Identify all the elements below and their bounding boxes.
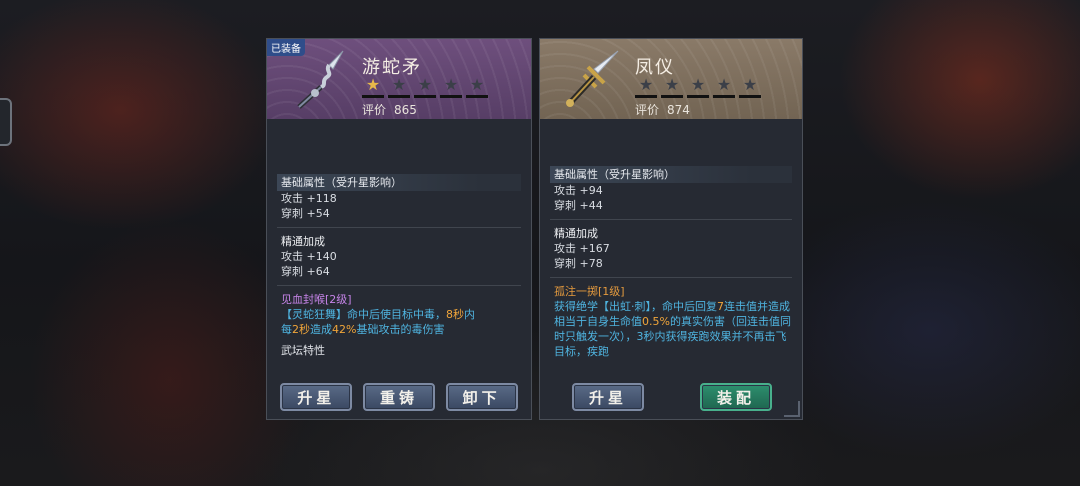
upgrade-star-button[interactable]: 升星 [280, 383, 353, 411]
divider [550, 277, 792, 278]
button-row: 升星 重铸 卸下 [267, 383, 531, 411]
card-header: 已装备 游蛇矛 ★ ★ ★ ★ ★ 评价 865 [267, 39, 531, 119]
feature-title: 武坛特性 [281, 344, 325, 357]
rating-value: 865 [394, 103, 417, 117]
skill-description: 获得绝学【出虹·刺】，命中后回复7连击值并造成相当于自身生命值0.5%的真实伤害… [554, 300, 791, 358]
divider [550, 219, 792, 220]
corner-ornament [784, 401, 800, 417]
mastery-title: 精通加成 [554, 227, 598, 240]
star-icon: ★ [713, 77, 735, 98]
star-icon: ★ [739, 77, 761, 98]
mastery-title: 精通加成 [281, 235, 325, 248]
mastery-pierce: 穿刺 +64 [281, 265, 330, 278]
skill-title: 见血封喉[2级] [281, 293, 352, 306]
base-attack: 攻击 +118 [281, 192, 337, 205]
base-attributes-title: 基础属性（受升星影响） [277, 174, 521, 191]
star-icon: ★ [414, 77, 436, 98]
mastery-attack: 攻击 +140 [281, 250, 337, 263]
card-body[interactable]: 基础属性（受升星影响） 攻击 +118 穿刺 +54 精通加成 攻击 +140 … [277, 119, 521, 369]
equip-button[interactable]: 装配 [700, 383, 772, 411]
rating-label: 评价 [635, 103, 660, 117]
rating-label: 评价 [362, 103, 387, 117]
star-icon: ★ [687, 77, 709, 98]
spear-weapon-icon [297, 50, 344, 109]
star-icon: ★ [388, 77, 410, 98]
reforge-button[interactable]: 重铸 [362, 383, 435, 411]
star-rating: ★ ★ ★ ★ ★ [635, 77, 761, 98]
base-attack: 攻击 +94 [554, 184, 603, 197]
rating: 评价 865 [362, 101, 425, 118]
base-attributes-title: 基础属性（受升星影响） [550, 166, 792, 183]
star-icon: ★ [440, 77, 462, 98]
skill-title: 孤注一掷[1级] [554, 285, 625, 298]
compare-weapon-card: 凤仪 ★ ★ ★ ★ ★ 评价 874 基础属性（受升星影响） 攻击 +94 穿刺… [539, 38, 803, 420]
star-icon: ★ [362, 77, 384, 98]
rating-value: 874 [667, 103, 690, 117]
unequip-button[interactable]: 卸下 [445, 383, 518, 411]
blade-weapon-icon [566, 50, 619, 107]
rating: 评价 874 [635, 101, 698, 118]
star-icon: ★ [635, 77, 657, 98]
equipped-weapon-card: 已装备 游蛇矛 ★ ★ ★ ★ ★ 评价 865 基础属性（受升星影响） 攻击 +… [266, 38, 532, 420]
divider [277, 227, 521, 228]
skill-description: 【灵蛇狂舞】命中后使目标中毒，8秒内 每2秒造成42%基础攻击的毒伤害 [281, 308, 475, 336]
star-icon: ★ [466, 77, 488, 98]
base-pierce: 穿刺 +54 [281, 207, 330, 220]
star-icon: ★ [661, 77, 683, 98]
divider [277, 285, 521, 286]
star-rating: ★ ★ ★ ★ ★ [362, 77, 488, 98]
side-menu-tab[interactable] [0, 98, 12, 146]
card-body[interactable]: 基础属性（受升星影响） 攻击 +94 穿刺 +44 精通加成 攻击 +167 穿… [550, 119, 792, 369]
mastery-attack: 攻击 +167 [554, 242, 610, 255]
mastery-pierce: 穿刺 +78 [554, 257, 603, 270]
card-header: 凤仪 ★ ★ ★ ★ ★ 评价 874 [540, 39, 802, 119]
base-pierce: 穿刺 +44 [554, 199, 603, 212]
button-row: 升星 装配 [540, 383, 802, 411]
upgrade-star-button[interactable]: 升星 [572, 383, 644, 411]
